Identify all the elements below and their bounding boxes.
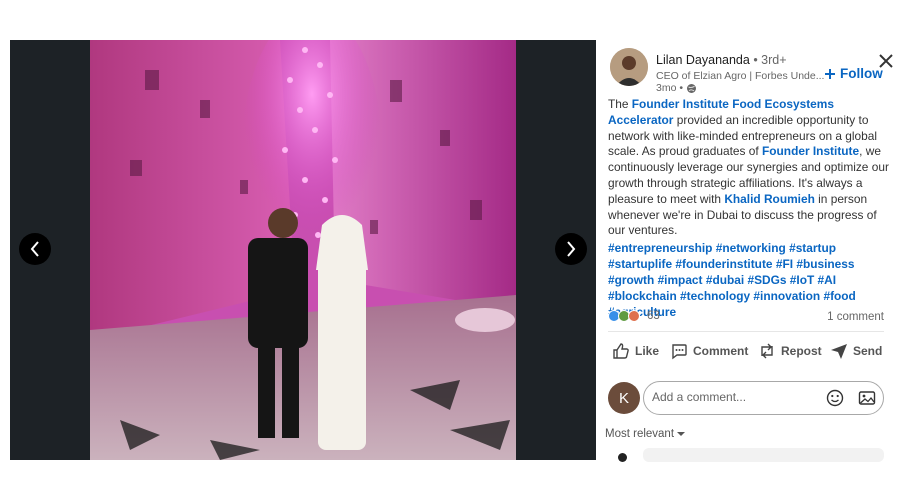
- reactions-count: 63: [647, 310, 660, 322]
- like-label: Like: [635, 344, 660, 358]
- hashtag[interactable]: #SDGs: [747, 273, 786, 287]
- repost-button[interactable]: Repost: [758, 342, 822, 360]
- comment-icon: [672, 344, 687, 360]
- post-timestamp: 3mo •: [656, 82, 697, 94]
- hashtag[interactable]: #IoT: [790, 273, 814, 287]
- next-comment-preview: [643, 448, 884, 462]
- image-icon: [858, 391, 876, 405]
- previous-image-button[interactable]: [19, 233, 51, 265]
- send-icon: [831, 344, 847, 359]
- media-viewer: [10, 40, 596, 460]
- author-name-line[interactable]: Lilan Dayananda • 3rd+: [656, 53, 787, 67]
- emoji-button[interactable]: [826, 389, 844, 407]
- hashtag[interactable]: #networking: [716, 241, 786, 255]
- hashtag[interactable]: #innovation: [753, 289, 820, 303]
- action-bar: Like Comment Repost Send: [608, 342, 886, 366]
- caret-down-icon: [677, 432, 686, 436]
- close-button[interactable]: [878, 53, 894, 69]
- hashtag[interactable]: #impact: [658, 273, 703, 287]
- author-header: Lilan Dayananda • 3rd+ CEO of Elzian Agr…: [608, 46, 883, 96]
- hashtag[interactable]: #technology: [680, 289, 750, 303]
- mention-link[interactable]: Khalid Roumieh: [724, 192, 815, 206]
- hashtag[interactable]: #startuplife: [608, 257, 672, 271]
- post-body: The Founder Institute Food Ecosystems Ac…: [608, 97, 892, 239]
- plus-icon: [825, 68, 835, 79]
- photo-illustration: [90, 40, 516, 460]
- like-button[interactable]: Like: [612, 342, 659, 360]
- follow-label: Follow: [840, 66, 883, 81]
- comment-sort-dropdown[interactable]: Most relevant: [605, 428, 686, 440]
- body-text-1: The: [608, 97, 632, 111]
- love-reaction-icon: [628, 310, 640, 322]
- emoji-icon: [826, 389, 844, 407]
- next-image-button[interactable]: [555, 233, 587, 265]
- globe-icon: [687, 83, 697, 93]
- like-icon: [613, 343, 629, 359]
- chevron-left-icon: [30, 241, 39, 257]
- post-viewer: Lilan Dayananda • 3rd+ CEO of Elzian Agr…: [0, 0, 900, 504]
- reactions-summary[interactable]: 63: [608, 310, 660, 322]
- hashtag-list: #entrepreneurship #networking #startup #…: [608, 240, 892, 320]
- post-photo[interactable]: [90, 40, 516, 460]
- connection-degree: • 3rd+: [753, 53, 787, 67]
- repost-icon: [761, 343, 773, 359]
- comment-button[interactable]: Comment: [670, 342, 748, 360]
- hashtag[interactable]: #entrepreneurship: [608, 241, 712, 255]
- comment-label: Comment: [693, 344, 749, 358]
- hashtag[interactable]: #startup: [789, 241, 836, 255]
- author-headline: CEO of Elzian Agro | Forbes Unde...: [656, 70, 825, 82]
- post-age: 3mo •: [656, 82, 684, 94]
- hashtag[interactable]: #food: [823, 289, 855, 303]
- hashtag[interactable]: #AI: [818, 273, 837, 287]
- author-avatar[interactable]: [610, 48, 648, 86]
- divider: [608, 331, 884, 332]
- repost-label: Repost: [781, 344, 822, 358]
- hashtag[interactable]: #blockchain: [608, 289, 677, 303]
- author-name[interactable]: Lilan Dayananda: [656, 53, 750, 67]
- hashtag[interactable]: #business: [796, 257, 854, 271]
- send-label: Send: [853, 344, 883, 358]
- follow-button[interactable]: Follow: [824, 66, 883, 81]
- hashtag[interactable]: #founderinstitute: [675, 257, 772, 271]
- hashtag[interactable]: #dubai: [706, 273, 744, 287]
- close-icon: [879, 54, 893, 68]
- post-details-panel: Lilan Dayananda • 3rd+ CEO of Elzian Agr…: [596, 40, 900, 504]
- send-button[interactable]: Send: [830, 342, 882, 360]
- comment-input[interactable]: [652, 390, 812, 404]
- current-user-avatar[interactable]: K: [608, 382, 640, 414]
- founder-institute-link[interactable]: Founder Institute: [762, 144, 859, 158]
- add-image-button[interactable]: [858, 389, 876, 407]
- comment-box[interactable]: [643, 381, 884, 415]
- comments-count[interactable]: 1 comment: [827, 311, 884, 323]
- chevron-right-icon: [567, 241, 576, 257]
- avatar-initial: K: [618, 389, 629, 407]
- person-avatar-icon: [610, 48, 648, 86]
- next-comment-avatar: [618, 453, 627, 462]
- hashtag[interactable]: #FI: [776, 257, 793, 271]
- sort-label: Most relevant: [605, 428, 675, 440]
- hashtag[interactable]: #growth: [608, 273, 654, 287]
